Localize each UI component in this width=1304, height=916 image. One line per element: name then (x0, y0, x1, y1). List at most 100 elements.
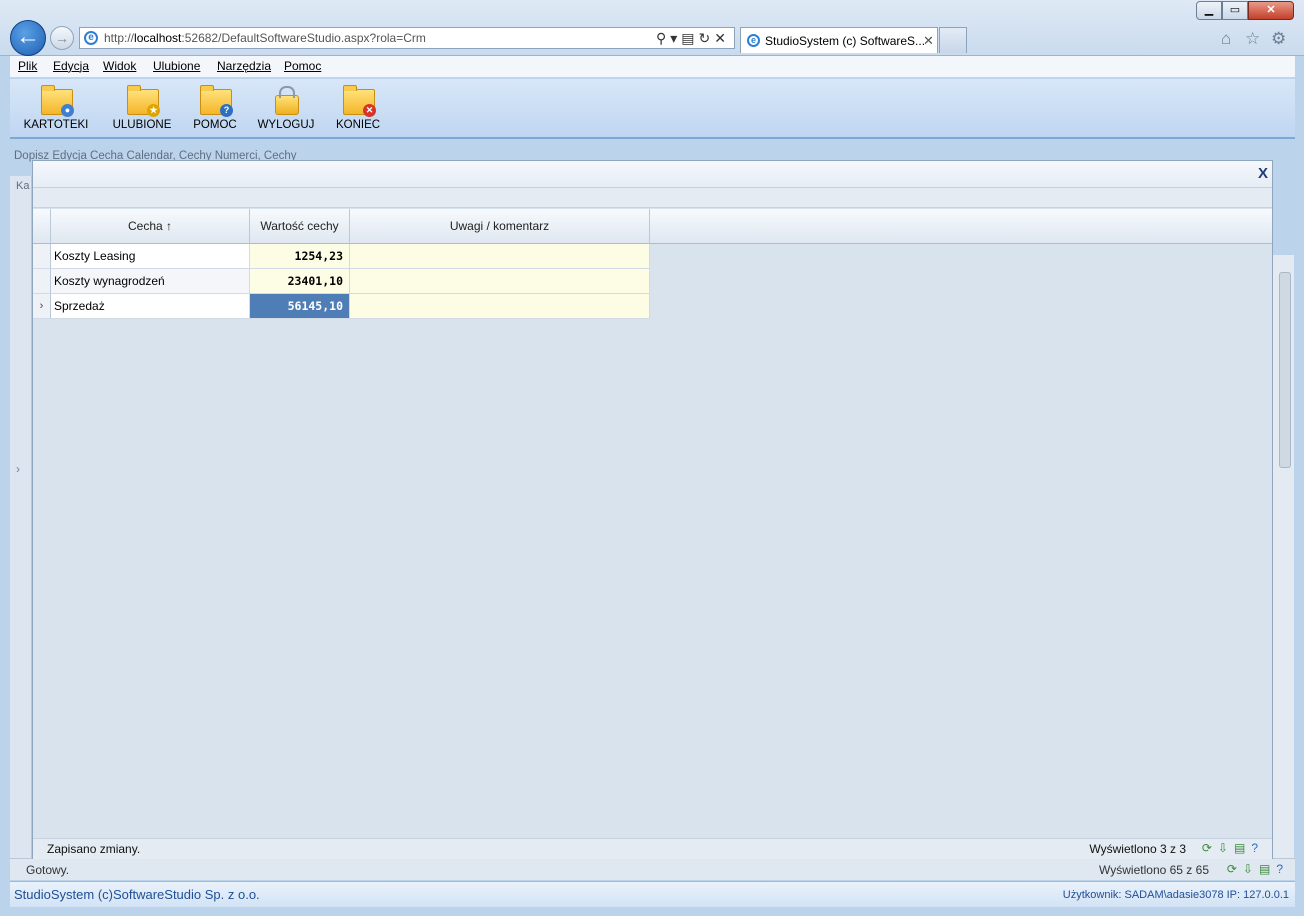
address-tools: ⚲▾▤↻✕ (656, 30, 730, 47)
menu-item-widok[interactable]: Widok (103, 59, 136, 73)
folder-user-icon: ● (41, 85, 74, 117)
browser-chrome: ← → e http://localhost:52682/DefaultSoft… (0, 0, 1304, 56)
folder-close-icon: ✕ (343, 85, 376, 117)
cell-cecha[interactable]: Koszty Leasing (51, 244, 250, 269)
tab-title: StudioSystem (c) SoftwareS... (765, 34, 926, 48)
pomoc-button[interactable]: ? POMOC (188, 85, 242, 135)
feature-values-dialog: X Cecha ↑ Wartość cechy Uwagi / komentar… (32, 160, 1273, 859)
dialog-record-count: Wyświetlono 3 z 3 (1089, 842, 1186, 856)
dropdown-icon[interactable]: ▾ (670, 30, 681, 46)
cell-uwagi[interactable] (350, 294, 650, 319)
background-status-bar: Gotowy. Wyświetlono 65 z 65 ⟳⇩▤? (10, 858, 1295, 880)
refresh-icon[interactable]: ⟳ (1227, 862, 1243, 876)
refresh-icon[interactable]: ↻ (699, 30, 715, 46)
dialog-status-bar: Zapisano zmiany. Wyświetlono 3 z 3 ⟳⇩▤? (33, 838, 1272, 859)
table-row[interactable]: Koszty Leasing 1254,23 (33, 244, 650, 269)
export-icon[interactable]: ⇩ (1243, 862, 1259, 876)
cell-cecha[interactable]: Koszty wynagrodzeń (51, 269, 250, 294)
cell-cecha[interactable]: Sprzedaż (51, 294, 250, 319)
gear-icon[interactable]: ⚙ (1271, 29, 1286, 49)
url-path: :52682/DefaultSoftwareStudio.aspx?rola=C… (181, 31, 426, 45)
print-icon[interactable]: ▤ (1259, 862, 1276, 876)
cell-wartosc-selected[interactable]: 56145,10 (250, 294, 350, 319)
address-bar[interactable]: e http://localhost:52682/DefaultSoftware… (79, 27, 735, 49)
menu-item-narzedzia[interactable]: Narzędzia (217, 59, 271, 73)
dialog-status-text: Zapisano zmiany. (47, 842, 141, 856)
user-info: Użytkownik: SADAM\adasie3078 IP: 127.0.0… (1062, 889, 1289, 901)
cell-wartosc[interactable]: 1254,23 (250, 244, 350, 269)
menu-item-plik[interactable]: Plik (18, 59, 37, 73)
column-header-wartosc[interactable]: Wartość cechy (250, 209, 350, 244)
current-row-indicator-icon[interactable]: › (33, 294, 51, 319)
kartoteki-button[interactable]: ● KARTOTEKI (20, 85, 92, 135)
browser-tab-active[interactable]: e StudioSystem (c) SoftwareS... ✕ (740, 27, 938, 53)
column-header-uwagi[interactable]: Uwagi / komentarz (350, 209, 650, 244)
dialog-close-icon[interactable]: X (1258, 165, 1268, 182)
ie-tab-icon: e (747, 34, 760, 47)
menu-item-edycja[interactable]: Edycja (53, 59, 89, 73)
table-row[interactable]: Koszty wynagrodzeń 23401,10 (33, 269, 650, 294)
app-toolbar: ● KARTOTEKI ★ ULUBIONE ? POMOC WYLOGUJ ✕… (10, 79, 1295, 139)
favorites-star-icon[interactable]: ☆ (1245, 29, 1260, 49)
home-icon[interactable]: ⌂ (1221, 29, 1231, 49)
search-icon[interactable]: ⚲ (656, 30, 670, 46)
row-indicator-header (33, 209, 51, 244)
close-icon: ✕ (1266, 4, 1276, 16)
url-text[interactable]: http://localhost:52682/DefaultSoftwareSt… (104, 31, 426, 45)
stop-icon[interactable]: ✕ (714, 30, 730, 46)
window-close-button[interactable]: ✕ (1248, 1, 1294, 20)
column-header-filler (650, 209, 1272, 244)
minimize-button[interactable]: ▁ (1196, 1, 1222, 20)
expand-panel-icon[interactable]: › (16, 462, 20, 476)
wyloguj-button[interactable]: WYLOGUJ (254, 86, 318, 135)
background-left-label: Ka (16, 180, 30, 192)
compat-icon[interactable]: ▤ (681, 30, 698, 46)
dialog-toolbar-strip (33, 188, 1272, 208)
column-header-cecha[interactable]: Cecha ↑ (51, 209, 250, 244)
ulubione-button[interactable]: ★ ULUBIONE (108, 85, 176, 135)
url-host: localhost (134, 31, 182, 45)
pomoc-label: POMOC (193, 119, 237, 131)
row-indicator[interactable] (33, 269, 51, 294)
forward-button[interactable]: → (50, 26, 74, 50)
dialog-status-tools: ⟳⇩▤? (1202, 841, 1264, 855)
koniec-label: KONIEC (335, 119, 381, 131)
row-indicator[interactable] (33, 244, 51, 269)
dialog-titlebar: X (33, 161, 1272, 188)
maximize-icon: ▭ (1229, 4, 1241, 16)
background-status-tools: ⟳⇩▤? (1227, 862, 1289, 876)
cell-wartosc[interactable]: 23401,10 (250, 269, 350, 294)
background-scrollbar[interactable] (1279, 272, 1291, 468)
table-row-current[interactable]: › Sprzedaż 56145,10 (33, 294, 650, 319)
menu-item-pomoc[interactable]: Pomoc (284, 59, 321, 73)
wyloguj-label: WYLOGUJ (257, 119, 315, 131)
print-icon[interactable]: ▤ (1234, 841, 1251, 855)
refresh-icon[interactable]: ⟳ (1202, 841, 1218, 855)
app-footer: StudioSystem (c)SoftwareStudio Sp. z o.o… (10, 881, 1295, 907)
cell-uwagi[interactable] (350, 244, 650, 269)
koniec-button[interactable]: ✕ KONIEC (330, 85, 386, 135)
maximize-button[interactable]: ▭ (1222, 1, 1248, 20)
menu-item-ulubione[interactable]: Ulubione (153, 59, 200, 73)
folder-help-icon: ? (200, 85, 233, 117)
new-tab-button[interactable] (939, 27, 967, 53)
help-icon[interactable]: ? (1251, 841, 1264, 855)
background-left-panel (10, 176, 32, 858)
url-prefix: http:// (104, 31, 135, 45)
ie-page-icon: e (84, 31, 98, 45)
arrow-right-icon: → (55, 30, 69, 46)
minimize-icon: ▁ (1204, 4, 1214, 16)
back-button[interactable]: ← (10, 20, 46, 56)
export-icon[interactable]: ⇩ (1218, 841, 1234, 855)
folder-star-icon: ★ (127, 85, 160, 117)
menu-bar: Plik Edycja Widok Ulubione Narzędzia Pom… (10, 56, 1295, 78)
ulubione-label: ULUBIONE (112, 119, 172, 131)
app-name: StudioSystem (c)SoftwareStudio Sp. z o.o… (14, 887, 260, 902)
lock-icon (275, 86, 299, 115)
kartoteki-label: KARTOTEKI (23, 119, 89, 131)
help-icon[interactable]: ? (1276, 862, 1289, 876)
tab-close-icon[interactable]: ✕ (923, 33, 934, 49)
cell-uwagi[interactable] (350, 269, 650, 294)
background-record-count: Wyświetlono 65 z 65 (1099, 863, 1209, 877)
window-controls: ▁ ▭ ✕ (1196, 1, 1294, 20)
